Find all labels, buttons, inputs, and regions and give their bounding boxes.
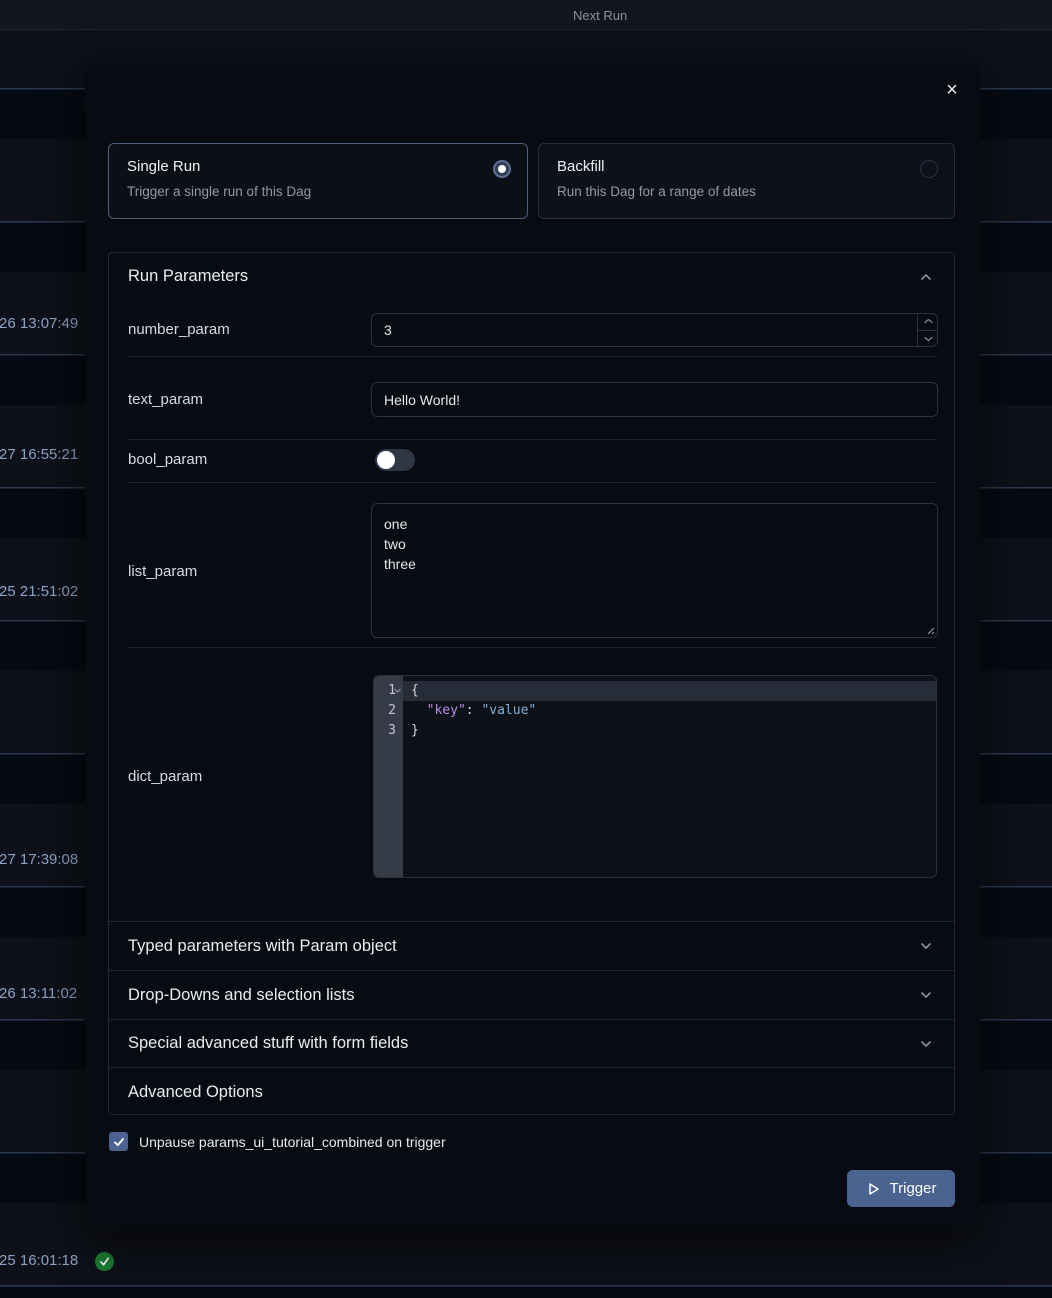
play-icon: [866, 1181, 881, 1197]
param-label-bool: bool_param: [128, 451, 207, 468]
chevron-up-icon: [918, 269, 934, 285]
divider: [128, 439, 936, 440]
list-param-textarea[interactable]: one two three: [371, 503, 938, 638]
single-run-option-card[interactable]: Single Run Trigger a single run of this …: [108, 143, 528, 219]
dict-param-code-editor[interactable]: 1 2 3 { "key": "value"}: [373, 675, 937, 878]
section-typed-parameters[interactable]: Typed parameters with Param object: [109, 921, 954, 970]
section-label: Run Parameters: [128, 267, 918, 286]
param-label-number: number_param: [128, 321, 230, 338]
stepper-down-icon[interactable]: [918, 331, 938, 348]
number-param-input[interactable]: [371, 313, 938, 347]
divider: [128, 647, 936, 648]
backfill-title: Backfill: [557, 158, 605, 175]
json-code: { "key": "value"}: [411, 681, 536, 741]
section-special-advanced[interactable]: Special advanced stuff with form fields: [109, 1019, 954, 1067]
run-timestamp-link[interactable]: -26 13:07:49: [0, 315, 78, 332]
divider: [128, 356, 936, 357]
run-timestamp-link[interactable]: -25 21:51:02: [0, 583, 78, 600]
backfill-description: Run this Dag for a range of dates: [557, 184, 756, 199]
list-param-field: one two three: [371, 503, 938, 638]
chevron-down-icon: [918, 987, 934, 1003]
single-run-description: Trigger a single run of this Dag: [127, 184, 311, 199]
unpause-checkbox-row[interactable]: Unpause params_ui_tutorial_combined on t…: [109, 1132, 446, 1151]
section-label: Typed parameters with Param object: [128, 937, 918, 956]
section-run-parameters[interactable]: Run Parameters: [109, 253, 954, 300]
param-label-dict: dict_param: [128, 768, 202, 785]
run-timestamp-link[interactable]: -27 16:55:21: [0, 446, 78, 463]
success-check-icon: [95, 1252, 114, 1271]
param-label-list: list_param: [128, 563, 197, 580]
text-param-input[interactable]: [371, 382, 938, 417]
section-label: Special advanced stuff with form fields: [128, 1034, 918, 1053]
stepper-up-icon[interactable]: [918, 313, 938, 331]
close-icon[interactable]: ×: [940, 78, 964, 102]
json-value: "value": [481, 703, 536, 718]
chevron-down-icon: [918, 938, 934, 954]
json-key: "key": [427, 703, 466, 718]
section-label: Drop-Downs and selection lists: [128, 986, 918, 1005]
unpause-label: Unpause params_ui_tutorial_combined on t…: [139, 1134, 446, 1150]
app-background: Next Run -26 13:07:49 -27 16:55:21 -25 2…: [0, 0, 1052, 1298]
run-timestamp-link[interactable]: -27 17:39:08: [0, 851, 78, 868]
chevron-down-icon: [918, 1036, 934, 1052]
single-run-title: Single Run: [127, 158, 200, 175]
unpause-checkbox[interactable]: [109, 1132, 128, 1151]
section-dropdowns[interactable]: Drop-Downs and selection lists: [109, 970, 954, 1019]
trigger-dag-modal: × Trigger Dag - params_ui_tutorial_combi…: [85, 64, 980, 1230]
radio-unselected-icon[interactable]: [920, 160, 938, 178]
param-label-text: text_param: [128, 391, 203, 408]
section-advanced-options[interactable]: Advanced Options: [109, 1067, 954, 1116]
run-timestamp-link[interactable]: -26 13:11:02: [0, 985, 77, 1002]
toggle-knob: [377, 451, 395, 469]
section-label: Advanced Options: [128, 1083, 934, 1102]
dag-table-header: Next Run: [0, 0, 1052, 30]
run-timestamp-link[interactable]: -25 16:01:18: [0, 1252, 78, 1269]
next-run-column-header: Next Run: [573, 8, 627, 23]
resize-handle-icon[interactable]: [925, 625, 935, 635]
line-number: 3: [374, 721, 396, 741]
number-stepper: [917, 313, 938, 347]
line-number: 1: [374, 681, 396, 701]
trigger-button-label: Trigger: [890, 1180, 937, 1197]
divider: [128, 482, 936, 483]
radio-selected-icon[interactable]: [493, 160, 511, 178]
code-fold-chevron-icon[interactable]: [394, 688, 401, 693]
parameters-accordion: Run Parameters number_param: [108, 252, 955, 1115]
line-number: 2: [374, 701, 396, 721]
number-param-field: [371, 313, 938, 347]
run-parameters-form: number_param text_param: [109, 300, 954, 921]
backfill-option-card[interactable]: Backfill Run this Dag for a range of dat…: [538, 143, 955, 219]
bool-param-toggle[interactable]: [375, 449, 415, 471]
trigger-button[interactable]: Trigger: [847, 1170, 955, 1207]
text-param-field: [371, 382, 938, 417]
